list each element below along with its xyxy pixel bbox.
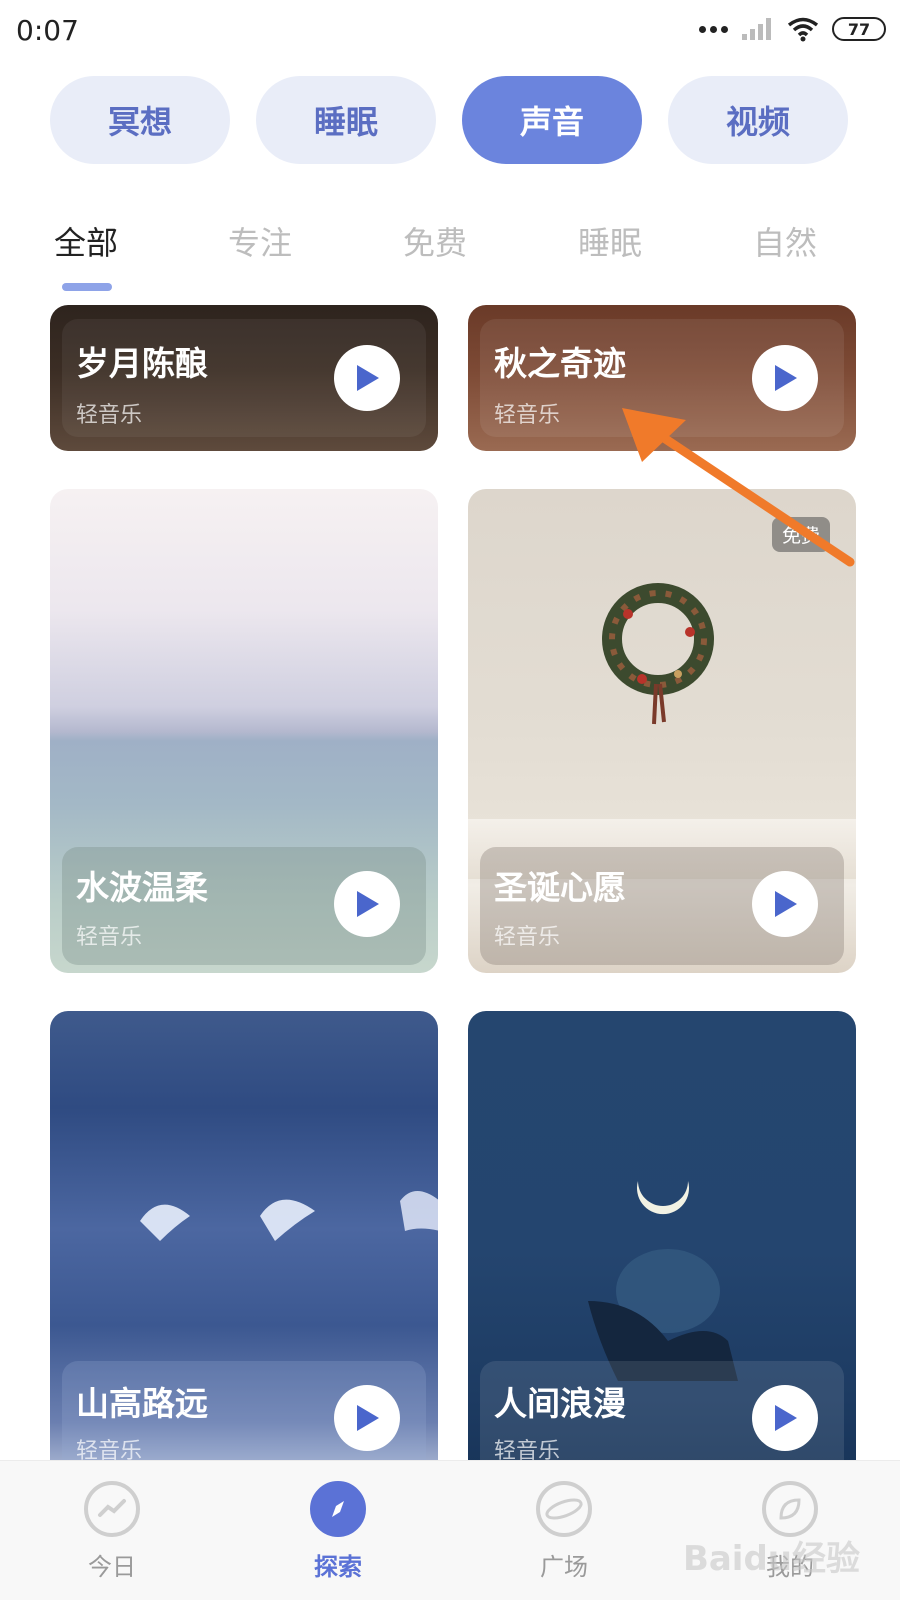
play-icon [357,1405,379,1431]
card-title: 秋之奇迹 [494,344,626,383]
trend-icon [84,1481,140,1537]
category-segments: 冥想 睡眠 声音 视频 [50,76,850,164]
filter-tabs: 全部 专注 免费 睡眠 自然 [0,210,900,291]
birds-image [140,1191,438,1241]
play-icon [775,1405,797,1431]
watermark: Baidu经验 [682,1539,860,1579]
bottom-nav: 今日 探索 广场 我的 Baidu经验 [0,1460,900,1600]
play-button[interactable] [334,345,400,411]
segment-meditation[interactable]: 冥想 [50,76,230,164]
card-subtitle: 轻音乐 [494,925,561,950]
play-icon [775,365,797,391]
sound-card[interactable]: 岁月陈酿 轻音乐 [50,305,438,451]
app-screen: 0:07 77 冥想 睡眠 声音 视频 全部 专注 免费 睡眠 自然 岁月陈酿 … [0,0,900,1600]
wreath-image [602,583,714,725]
sound-card[interactable]: 人间浪漫 轻音乐 [468,1011,856,1460]
play-button[interactable] [334,871,400,937]
nav-label: 今日 [88,1553,136,1581]
card-subtitle: 轻音乐 [494,1439,561,1460]
compass-icon [310,1481,366,1537]
signal-icon [742,18,771,40]
battery-level: 77 [847,19,871,39]
leaf-icon [762,1481,818,1537]
status-icons: 77 [699,16,886,42]
play-button[interactable] [752,1385,818,1451]
tab-sleep[interactable]: 睡眠 [578,218,642,264]
play-button[interactable] [334,1385,400,1451]
play-button[interactable] [752,871,818,937]
card-subtitle: 轻音乐 [76,1439,143,1460]
segment-sleep[interactable]: 睡眠 [256,76,436,164]
status-bar: 0:07 77 [0,0,900,64]
moon-jar-image [588,1181,738,1381]
nav-label: 探索 [314,1553,362,1581]
segment-video[interactable]: 视频 [668,76,848,164]
nav-square[interactable]: 广场 [504,1481,624,1582]
wifi-icon [787,17,819,42]
nav-today[interactable]: 今日 [52,1481,172,1582]
play-icon [775,891,797,917]
annotation-arrow-icon [622,408,855,567]
play-icon [357,365,379,391]
play-icon [357,891,379,917]
nav-label: 广场 [540,1553,588,1581]
status-time: 0:07 [16,14,79,47]
planet-icon [536,1481,592,1537]
card-title: 圣诞心愿 [494,868,626,907]
card-title: 水波温柔 [76,868,208,907]
more-dots-icon [699,25,728,33]
card-title: 岁月陈酿 [76,344,208,383]
tab-focus[interactable]: 专注 [228,218,292,264]
segment-sound[interactable]: 声音 [462,76,642,164]
sound-card[interactable]: 水波温柔 轻音乐 [50,489,438,973]
tab-free[interactable]: 免费 [403,218,467,264]
card-title: 人间浪漫 [494,1384,626,1423]
card-subtitle: 轻音乐 [76,403,143,428]
card-subtitle: 轻音乐 [76,925,143,950]
battery-icon: 77 [832,17,886,41]
nav-explore[interactable]: 探索 [278,1481,398,1582]
card-subtitle: 轻音乐 [494,403,561,428]
tab-indicator [62,283,112,291]
card-title: 山高路远 [76,1384,208,1423]
sound-card[interactable]: 山高路远 轻音乐 [50,1011,438,1460]
tab-nature[interactable]: 自然 [753,218,817,264]
tab-all[interactable]: 全部 [54,218,118,264]
